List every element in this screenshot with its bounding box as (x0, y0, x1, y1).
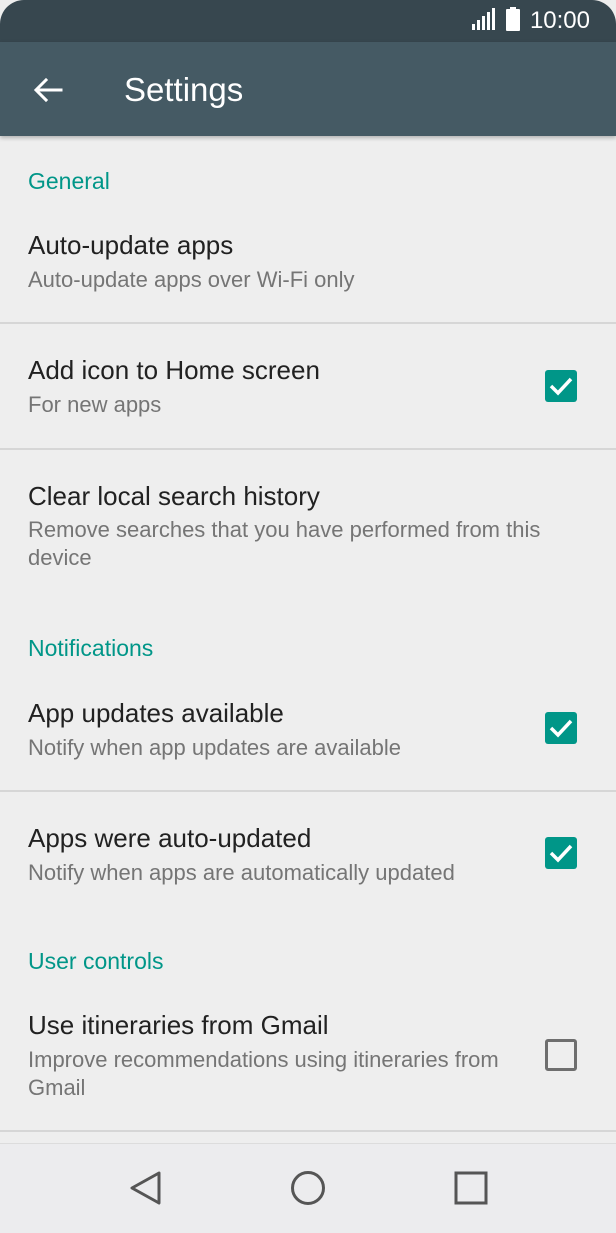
section-header-general: General (28, 168, 110, 194)
setting-itineraries[interactable]: Use itineraries from Gmail Improve recom… (0, 986, 616, 1130)
setting-subtitle: Remove searches that you have performed … (28, 517, 541, 570)
divider (0, 1130, 616, 1132)
nav-recents-icon (454, 1171, 488, 1205)
setting-subtitle: Auto-update apps over Wi-Fi only (28, 267, 355, 292)
nav-home-button[interactable] (286, 1166, 330, 1210)
page-title: Settings (124, 71, 244, 108)
status-time: 10:00 (529, 7, 590, 34)
setting-title: Apps were auto-updated (28, 823, 312, 853)
nav-home-icon (291, 1171, 325, 1205)
setting-subtitle: Notify when app updates are available (28, 735, 402, 760)
setting-subtitle: Improve recommendations using itinerarie… (28, 1047, 499, 1100)
setting-add-icon[interactable]: Add icon to Home screen For new apps (0, 324, 616, 448)
setting-auto-updated[interactable]: Apps were auto-updated Notify when apps … (0, 792, 616, 916)
itineraries-checkbox[interactable] (545, 1039, 577, 1071)
setting-title: Clear local search history (28, 481, 320, 511)
signal-icon (471, 7, 496, 35)
setting-app-updates[interactable]: App updates available Notify when app up… (0, 666, 616, 790)
status-icons: 10:00 (471, 6, 590, 36)
add-icon-checkbox[interactable] (545, 370, 577, 402)
setting-subtitle: For new apps (28, 392, 162, 417)
status-bar: 10:00 (0, 0, 616, 42)
check-icon (549, 719, 573, 738)
section-header-notifications: Notifications (28, 635, 154, 661)
battery-icon (505, 6, 520, 36)
arrow-back-icon (33, 77, 63, 103)
nav-back-icon (130, 1171, 161, 1205)
nav-recents-button[interactable] (449, 1166, 493, 1210)
setting-title: App updates available (28, 698, 284, 728)
back-button[interactable] (22, 64, 74, 116)
setting-title: Add icon to Home screen (28, 355, 320, 385)
navigation-bar (0, 1143, 616, 1233)
app-updates-checkbox[interactable] (545, 712, 577, 744)
setting-clear-history[interactable]: Clear local search history Remove search… (0, 450, 616, 580)
section-header-user-controls: User controls (28, 948, 164, 974)
nav-back-button[interactable] (123, 1166, 167, 1210)
setting-subtitle: Notify when apps are automatically updat… (28, 860, 455, 885)
setting-auto-update[interactable]: Auto-update apps Auto-update apps over W… (0, 216, 616, 322)
setting-title: Auto-update apps (28, 230, 234, 260)
app-bar: Settings (0, 42, 616, 136)
check-icon (549, 844, 573, 863)
check-icon (549, 377, 573, 396)
setting-title: Use itineraries from Gmail (28, 1010, 329, 1040)
auto-updated-checkbox[interactable] (545, 837, 577, 869)
